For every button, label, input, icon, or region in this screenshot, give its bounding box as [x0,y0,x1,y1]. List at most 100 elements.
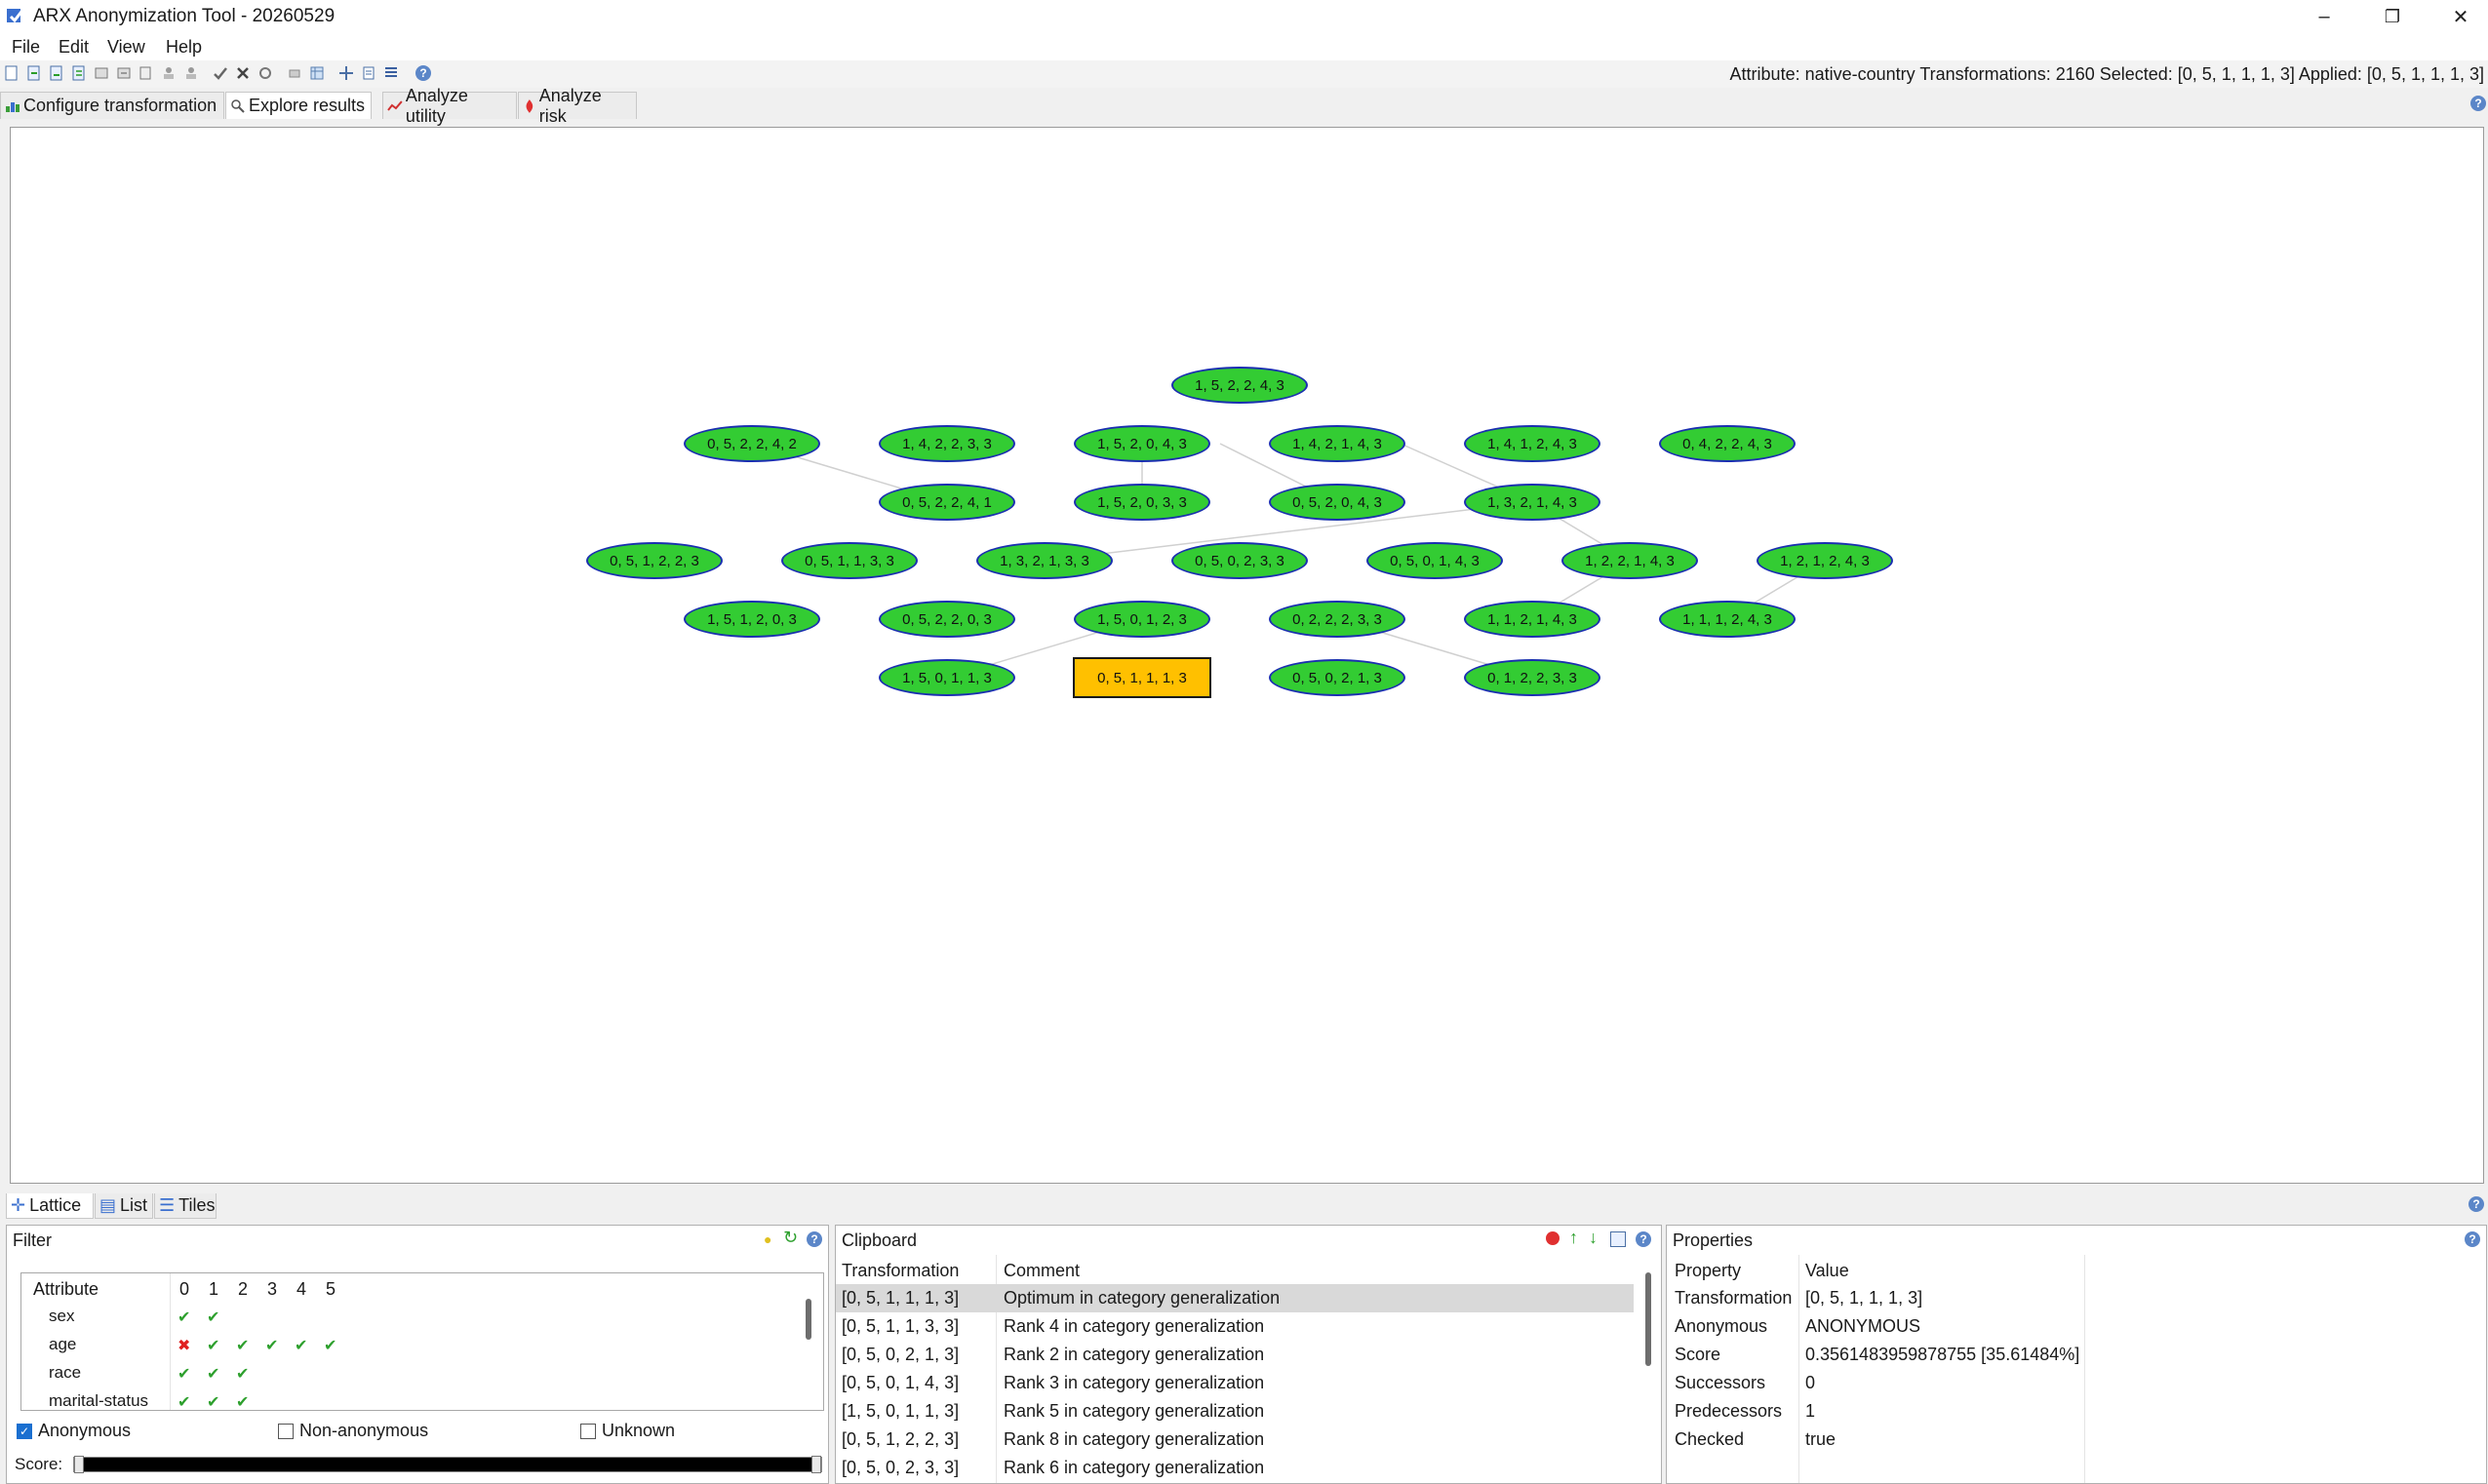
lattice-node[interactable]: 1, 4, 1, 2, 4, 3 [1464,425,1600,462]
close-button[interactable]: ✕ [2427,0,2488,33]
menu-file[interactable]: File [12,37,40,58]
score-slider-min-handle[interactable] [74,1456,84,1473]
menu-help[interactable]: Help [166,37,202,58]
clipboard-row[interactable]: [0, 5, 0, 2, 1, 3] Rank 2 in category gen… [836,1341,1634,1369]
level-selected-check-icon[interactable]: ✔ [178,1392,190,1410]
help-icon[interactable]: ? [2465,1231,2480,1247]
minimize-button[interactable]: – [2290,0,2358,33]
level-selected-check-icon[interactable]: ✔ [207,1308,219,1327]
move-up-icon[interactable]: ↑ [1569,1228,1578,1248]
anonymize-check-icon[interactable] [213,65,228,81]
level-unselected-cross-icon[interactable]: ✖ [178,1336,190,1355]
create-hierarchy-icon[interactable] [161,65,177,81]
level-selected-check-icon[interactable]: ✔ [178,1364,190,1384]
level-selected-check-icon[interactable]: ✔ [178,1308,190,1327]
score-slider[interactable] [73,1456,822,1473]
clipboard-row[interactable]: [0, 5, 1, 1, 3, 3] Rank 4 in category gen… [836,1312,1634,1341]
lattice-canvas[interactable]: 1, 5, 2, 2, 4, 3 0, 5, 2, 2, 4, 2 1, 4, 2,… [10,127,2484,1184]
lattice-node[interactable]: 0, 5, 2, 0, 4, 3 [1269,484,1405,521]
remove-icon[interactable] [235,65,251,81]
level-selected-check-icon[interactable]: ✔ [207,1392,219,1410]
help-icon[interactable]: ? [415,65,431,81]
export-hierarchy-icon[interactable] [183,65,199,81]
move-down-icon[interactable]: ↓ [1589,1228,1598,1248]
tiles-view-icon[interactable] [383,65,399,81]
lattice-node[interactable]: 0, 5, 0, 2, 1, 3 [1269,659,1405,696]
lattice-node[interactable]: 0, 5, 2, 2, 0, 3 [879,601,1015,638]
help-icon[interactable]: ? [2470,96,2486,111]
menu-view[interactable]: View [107,37,145,58]
lattice-node[interactable]: 0, 5, 0, 2, 3, 3 [1171,542,1308,579]
lattice-node[interactable]: 0, 5, 0, 1, 4, 3 [1366,542,1503,579]
scrollbar-thumb[interactable] [806,1299,811,1340]
lattice-node[interactable]: 0, 2, 2, 2, 3, 3 [1269,601,1405,638]
import-hierarchy-icon[interactable] [138,65,154,81]
level-selected-check-icon[interactable]: ✔ [295,1336,307,1355]
list-view-icon[interactable] [361,65,376,81]
score-slider-max-handle[interactable] [811,1456,821,1473]
lattice-node[interactable]: 1, 5, 0, 1, 1, 3 [879,659,1015,696]
clipboard-row[interactable]: [0, 5, 1, 1, 1, 3] Optimum in category ge… [836,1284,1634,1312]
level-selected-check-icon[interactable]: ✔ [324,1336,336,1355]
level-selected-check-icon[interactable]: ✔ [265,1336,278,1355]
settings-icon[interactable] [257,65,273,81]
filter-table[interactable]: Attribute 0 1 2 3 4 5 sex ✔ ✔ age ✖ ✔ ✔ ✔ ✔ ✔ race… [20,1272,824,1411]
anonymous-checkbox[interactable]: ✓ [17,1423,32,1439]
nonanonymous-checkbox[interactable] [278,1423,294,1439]
help-icon[interactable]: ? [807,1231,822,1247]
lattice-node[interactable]: 1, 2, 1, 2, 4, 3 [1757,542,1893,579]
clipboard-row[interactable]: [0, 5, 1, 2, 2, 3] Rank 8 in category gen… [836,1425,1634,1454]
tab-analyze-utility[interactable]: Analyze utility [382,86,517,126]
menu-edit[interactable]: Edit [59,37,89,58]
level-selected-check-icon[interactable]: ✔ [236,1392,249,1410]
open-project-icon[interactable] [26,65,42,81]
lattice-node[interactable]: 1, 5, 2, 0, 3, 3 [1074,484,1210,521]
anonymous-filter[interactable]: ✓ Anonymous [17,1421,131,1441]
level-selected-check-icon[interactable]: ✔ [207,1364,219,1384]
lattice-node[interactable]: 1, 5, 1, 2, 0, 3 [684,601,820,638]
tab-configure-transformation[interactable]: Configure transformation [0,92,224,119]
save-project-icon[interactable] [49,65,64,81]
lattice-node[interactable]: 1, 3, 2, 1, 4, 3 [1464,484,1600,521]
lattice-node[interactable]: 1, 2, 2, 1, 4, 3 [1561,542,1698,579]
lattice-node[interactable]: 0, 1, 2, 2, 3, 3 [1464,659,1600,696]
clipboard-row[interactable]: [0, 5, 0, 1, 4, 3] Rank 3 in category gen… [836,1369,1634,1397]
tab-explore-results[interactable]: Explore results [225,92,372,119]
move-icon[interactable] [338,65,354,81]
tab-list[interactable]: ▤ List [95,1193,153,1219]
lattice-node[interactable]: 1, 4, 2, 2, 3, 3 [879,425,1015,462]
lattice-node-selected[interactable]: 0, 5, 1, 1, 1, 3 [1073,657,1211,698]
lattice-node[interactable]: 1, 4, 2, 1, 4, 3 [1269,425,1405,462]
scrollbar-thumb[interactable] [1645,1272,1651,1366]
save-as-icon[interactable] [71,65,87,81]
level-selected-check-icon[interactable]: ✔ [207,1336,219,1355]
print-icon[interactable] [287,65,302,81]
tab-analyze-risk[interactable]: Analyze risk [518,86,637,126]
clipboard-row[interactable]: [1, 5, 0, 1, 1, 3] Rank 5 in category gen… [836,1397,1634,1425]
lattice-node[interactable]: 1, 5, 2, 0, 4, 3 [1074,425,1210,462]
lattice-node[interactable]: 1, 3, 2, 1, 3, 3 [976,542,1113,579]
lattice-node[interactable]: 1, 1, 1, 2, 4, 3 [1659,601,1796,638]
restore-button[interactable]: ❐ [2358,0,2427,33]
lattice-node[interactable]: 0, 5, 2, 2, 4, 2 [684,425,820,462]
table-view-icon[interactable] [309,65,325,81]
lattice-node[interactable]: 0, 5, 2, 2, 4, 1 [879,484,1015,521]
refresh-icon[interactable]: ↻ [783,1228,798,1248]
help-icon[interactable]: ? [2468,1196,2484,1212]
new-project-icon[interactable] [4,65,20,81]
lattice-node[interactable]: 1, 1, 2, 1, 4, 3 [1464,601,1600,638]
tab-tiles[interactable]: ☰ Tiles [154,1193,217,1219]
sort-icon[interactable] [1610,1231,1626,1247]
filter-apply-icon[interactable]: ● [764,1231,771,1247]
lattice-node[interactable]: 0, 5, 1, 2, 2, 3 [586,542,723,579]
tab-lattice[interactable]: ✛ Lattice [6,1193,94,1219]
lattice-node[interactable]: 0, 4, 2, 2, 4, 3 [1659,425,1796,462]
clipboard-row[interactable]: [0, 5, 0, 2, 3, 3] Rank 6 in category gen… [836,1454,1634,1482]
nonanonymous-filter[interactable]: Non-anonymous [278,1421,428,1441]
level-selected-check-icon[interactable]: ✔ [236,1364,249,1384]
help-icon[interactable]: ? [1636,1231,1651,1247]
unknown-filter[interactable]: Unknown [580,1421,675,1441]
lattice-node[interactable]: 0, 5, 1, 1, 3, 3 [781,542,918,579]
import-data-icon[interactable] [94,65,109,81]
export-data-icon[interactable] [116,65,132,81]
